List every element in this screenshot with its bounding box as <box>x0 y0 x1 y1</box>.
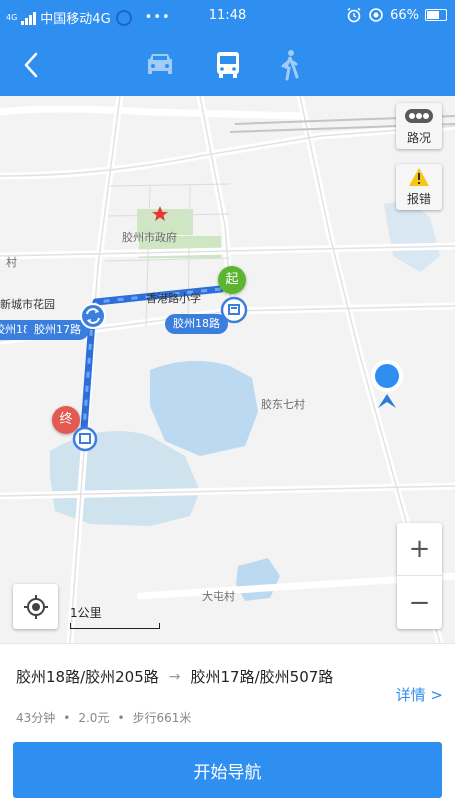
route-walk-distance: 步行661米 <box>132 711 192 725</box>
map-view[interactable]: 胶州市政府 村 新城市花园 香港路小学 胶东七村 大屯村 胶州18路 胶州17路… <box>0 96 455 643</box>
status-bar: 4G 中国移动4G ••• 11:48 66% <box>0 0 455 33</box>
warning-icon <box>409 168 429 186</box>
route-duration: 43分钟 <box>16 711 56 725</box>
clock: 11:48 <box>208 8 247 23</box>
report-label: 报错 <box>406 192 431 206</box>
report-error-button[interactable]: 报错 <box>396 164 442 210</box>
car-icon[interactable] <box>142 47 178 83</box>
locate-me-button[interactable] <box>13 584 58 629</box>
arrow-right-icon: → <box>168 668 181 685</box>
place-city-hall: 胶州市政府 <box>122 231 177 244</box>
place-left-village: 村 <box>6 256 17 269</box>
scale-label: 1公里 <box>70 606 102 620</box>
battery-icon <box>425 9 447 21</box>
start-marker-label: 起 <box>225 272 239 287</box>
route-fare: 2.0元 <box>78 711 110 725</box>
scale-bar <box>70 623 160 629</box>
route-segment-1: 胶州18路/胶州205路 <box>16 668 159 686</box>
zoom-out-button[interactable]: − <box>397 576 442 629</box>
route-meta: 43分钟 • 2.0元 • 步行661米 <box>16 711 192 725</box>
bus-stop-icon[interactable] <box>220 296 248 324</box>
transfer-icon[interactable] <box>79 302 107 330</box>
battery-percent: 66% <box>390 7 419 23</box>
zoom-in-button[interactable]: + <box>397 523 442 576</box>
location-status-icon <box>369 8 383 22</box>
walk-icon[interactable] <box>272 47 308 83</box>
traffic-button[interactable]: 路况 <box>396 103 442 149</box>
end-stop-icon[interactable] <box>72 426 98 452</box>
end-marker-label: 终 <box>59 412 73 427</box>
user-location-icon[interactable] <box>368 358 406 410</box>
route-lines[interactable]: 胶州18路/胶州205路 → 胶州17路/胶州507路 <box>16 666 333 687</box>
start-marker[interactable]: 起 <box>218 266 246 294</box>
traffic-icon <box>405 109 433 123</box>
start-navigation-button[interactable]: 开始导航 <box>13 742 442 798</box>
map-scale: 1公里 <box>70 604 160 629</box>
chevron-right-icon: > <box>430 686 443 704</box>
bus-icon[interactable] <box>210 47 246 83</box>
alarm-icon <box>347 7 361 23</box>
details-label: 详情 <box>395 686 426 704</box>
place-village-qi: 胶东七村 <box>261 398 305 411</box>
traffic-label: 路况 <box>406 131 431 145</box>
transport-mode-bar <box>0 33 455 96</box>
back-button[interactable] <box>16 49 48 81</box>
route-segment-2: 胶州17路/胶州507路 <box>190 668 334 686</box>
place-datun: 大屯村 <box>202 590 235 603</box>
crosshair-icon <box>23 594 48 619</box>
details-link[interactable]: 详情 > <box>396 684 443 705</box>
zoom-control: + − <box>397 523 442 629</box>
place-garden: 新城市花园 <box>0 298 55 311</box>
route-summary-panel: 胶州18路/胶州205路 → 胶州17路/胶州507路 详情 > 43分钟 • 2.… <box>0 643 455 810</box>
bus-tag-18: 胶州18路 <box>165 314 228 334</box>
place-school: 香港路小学 <box>146 292 201 305</box>
